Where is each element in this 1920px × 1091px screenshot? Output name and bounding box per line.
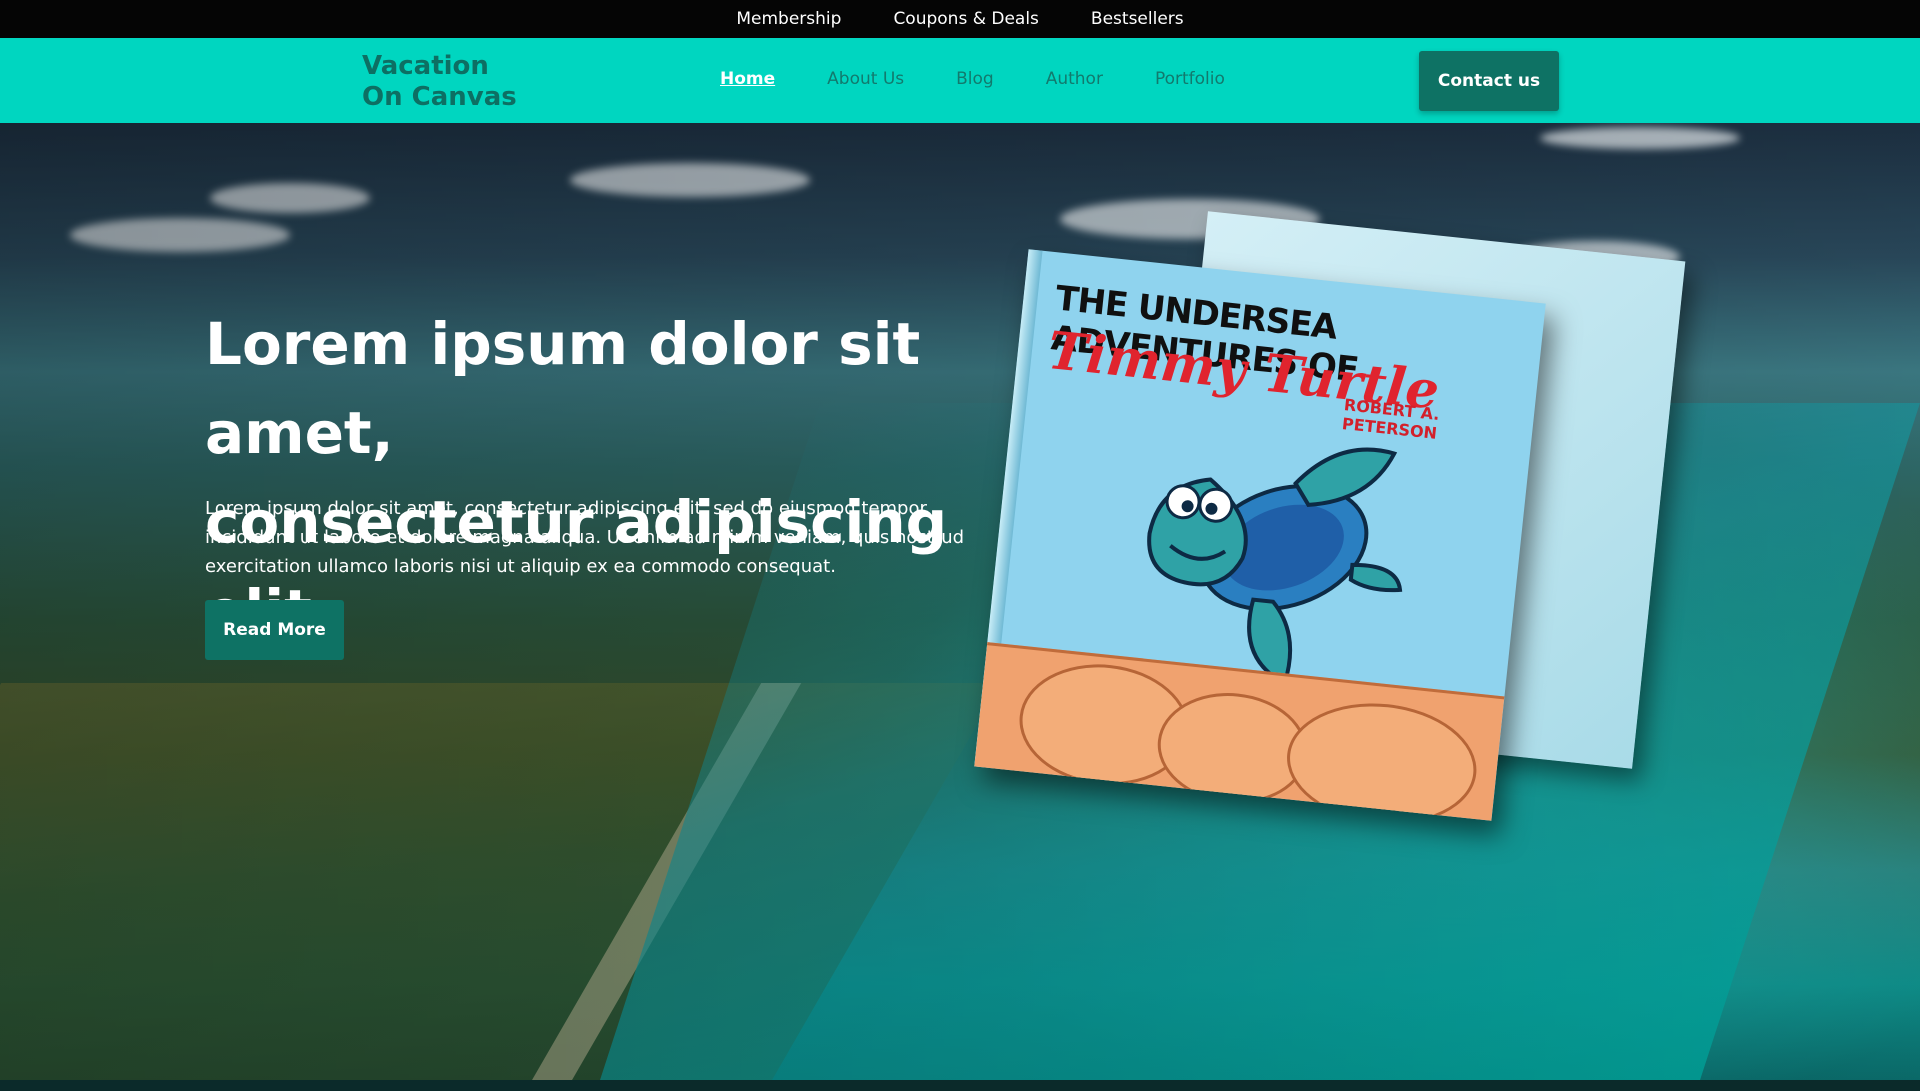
nav-author[interactable]: Author	[1046, 69, 1103, 89]
logo-line-2: On Canvas	[362, 82, 517, 112]
nav-portfolio[interactable]: Portfolio	[1155, 69, 1225, 89]
top-utility-bar: Membership Coupons & Deals Bestsellers	[0, 0, 1920, 38]
nav-blog[interactable]: Blog	[956, 69, 994, 89]
book-front-cover: THE UNDERSEA ADVENTURES OF Timmy Turtle …	[974, 249, 1546, 821]
turtle-illustration	[1147, 447, 1403, 687]
read-more-button[interactable]: Read More	[205, 600, 344, 660]
site-logo[interactable]: Vacation On Canvas	[362, 51, 517, 113]
nav-home[interactable]: Home	[720, 69, 775, 89]
headline-line-1: Lorem ipsum dolor sit amet,	[205, 310, 921, 467]
logo-line-1: Vacation	[362, 51, 489, 81]
book-cover-image: THE UNDERSEA ADVENTURES OF Timmy Turtle …	[970, 175, 1690, 821]
primary-nav: Home About Us Blog Author Portfolio	[720, 69, 1277, 89]
main-navbar: Vacation On Canvas Home About Us Blog Au…	[0, 38, 1920, 123]
hero-paragraph: Lorem ipsum dolor sit amet, consectetur …	[205, 498, 965, 577]
topbar-link-membership[interactable]: Membership	[736, 9, 841, 29]
contact-us-button[interactable]: Contact us	[1419, 51, 1559, 111]
topbar-link-bestsellers[interactable]: Bestsellers	[1091, 9, 1184, 29]
topbar-link-coupons[interactable]: Coupons & Deals	[893, 9, 1038, 29]
nav-about-us[interactable]: About Us	[827, 69, 904, 89]
